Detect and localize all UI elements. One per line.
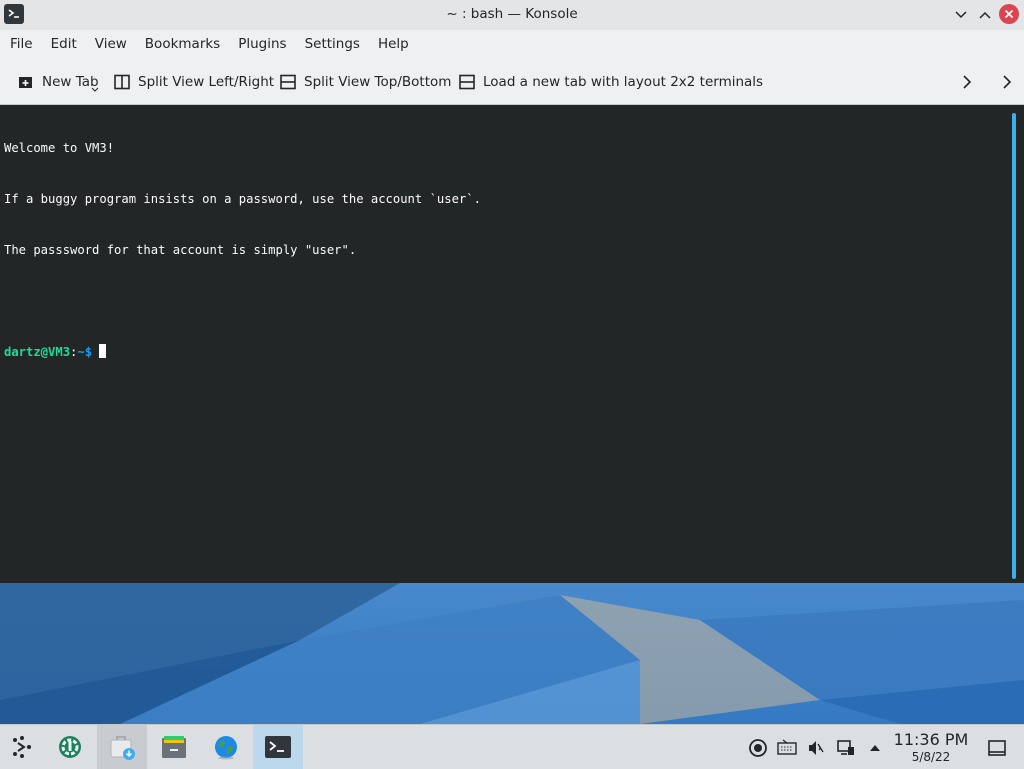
menu-edit[interactable]: Edit [43,30,85,58]
keyboard-icon [777,739,797,755]
menu-bookmarks[interactable]: Bookmarks [137,30,228,58]
toolbar-overflow-icon[interactable] [957,72,977,92]
split-vertical-icon [114,74,130,90]
task-discover[interactable] [97,725,147,769]
menu-bar: File Edit View Bookmarks Plugins Setting… [0,30,1024,58]
taskbar: 11:36 PM 5/8/22 [0,724,1024,769]
tray-expand[interactable] [865,738,885,758]
konsole-icon [265,736,291,758]
tray-keyboard[interactable] [777,738,797,758]
clock-time: 11:36 PM [893,730,969,749]
prompt-symbol: $ [84,345,93,359]
menu-settings[interactable]: Settings [297,30,368,58]
maximize-button[interactable] [975,5,995,25]
application-launcher-icon [13,736,31,758]
system-settings-icon [59,736,81,758]
split-top-bottom-button[interactable]: Split View Top/Bottom [280,70,451,94]
task-web-browser[interactable] [201,725,251,769]
new-tab-icon [19,77,32,88]
show-desktop-icon [988,740,1006,756]
dropdown-arrow-icon[interactable] [91,86,99,94]
clock-date: 5/8/22 [911,750,951,764]
menu-view[interactable]: View [87,30,135,58]
toolbar-next-icon[interactable] [997,72,1017,92]
volume-muted-icon [809,741,824,755]
load-layout-label: Load a new tab with layout 2x2 terminals [483,74,764,90]
main-toolbar: New Tab Split View Left/Right Split View… [0,60,1024,105]
terminal-prompt: dartz@VM3:~$ [4,344,481,361]
prompt-path: ~ [77,345,85,359]
tray-network[interactable] [836,738,856,758]
show-desktop-button[interactable] [987,738,1007,758]
title-bar[interactable]: ~ : bash — Konsole [0,0,1024,30]
split-left-right-button[interactable]: Split View Left/Right [114,70,274,94]
tray-sync[interactable] [748,738,768,758]
terminal-line: Welcome to VM3! [4,141,115,155]
network-wired-icon [837,740,854,755]
window-title: ~ : bash — Konsole [446,6,578,22]
layout-icon [459,74,475,90]
prompt-user: dartz@VM3 [4,345,71,359]
tray-expand-icon [870,745,880,751]
application-launcher-button[interactable] [0,725,44,769]
web-browser-icon [215,736,237,760]
new-tab-button[interactable]: New Tab [18,70,99,94]
network-sync-icon [749,739,767,757]
minimize-button[interactable] [951,5,971,25]
text-cursor [99,344,107,358]
close-icon [1004,9,1014,19]
digital-clock[interactable]: 11:36 PM 5/8/22 [890,730,972,764]
load-layout-button[interactable]: Load a new tab with layout 2x2 terminals [459,70,763,94]
split-left-right-label: Split View Left/Right [138,74,275,90]
menu-help[interactable]: Help [370,30,417,58]
tray-volume[interactable] [806,738,826,758]
task-system-settings[interactable] [45,725,95,769]
menu-plugins[interactable]: Plugins [230,30,294,58]
task-file-manager[interactable] [149,725,199,769]
chevron-down-icon [955,11,967,19]
close-button[interactable] [999,4,1019,24]
chevron-up-icon [979,11,991,19]
task-konsole[interactable] [253,725,303,769]
konsole-window: ~ : bash — Konsole File Edit View Bookma… [0,0,1024,583]
split-top-bottom-label: Split View Top/Bottom [304,74,452,90]
file-manager-icon [162,736,186,758]
terminal-line: If a buggy program insists on a password… [4,192,481,206]
menu-file[interactable]: File [2,30,41,58]
terminal-area[interactable]: Welcome to VM3! If a buggy program insis… [0,105,1024,583]
terminal-scrollbar[interactable] [1012,113,1016,579]
terminal-line: The passsword for that account is simply… [4,243,357,257]
split-horizontal-icon [280,74,296,90]
discover-store-icon [110,736,135,760]
